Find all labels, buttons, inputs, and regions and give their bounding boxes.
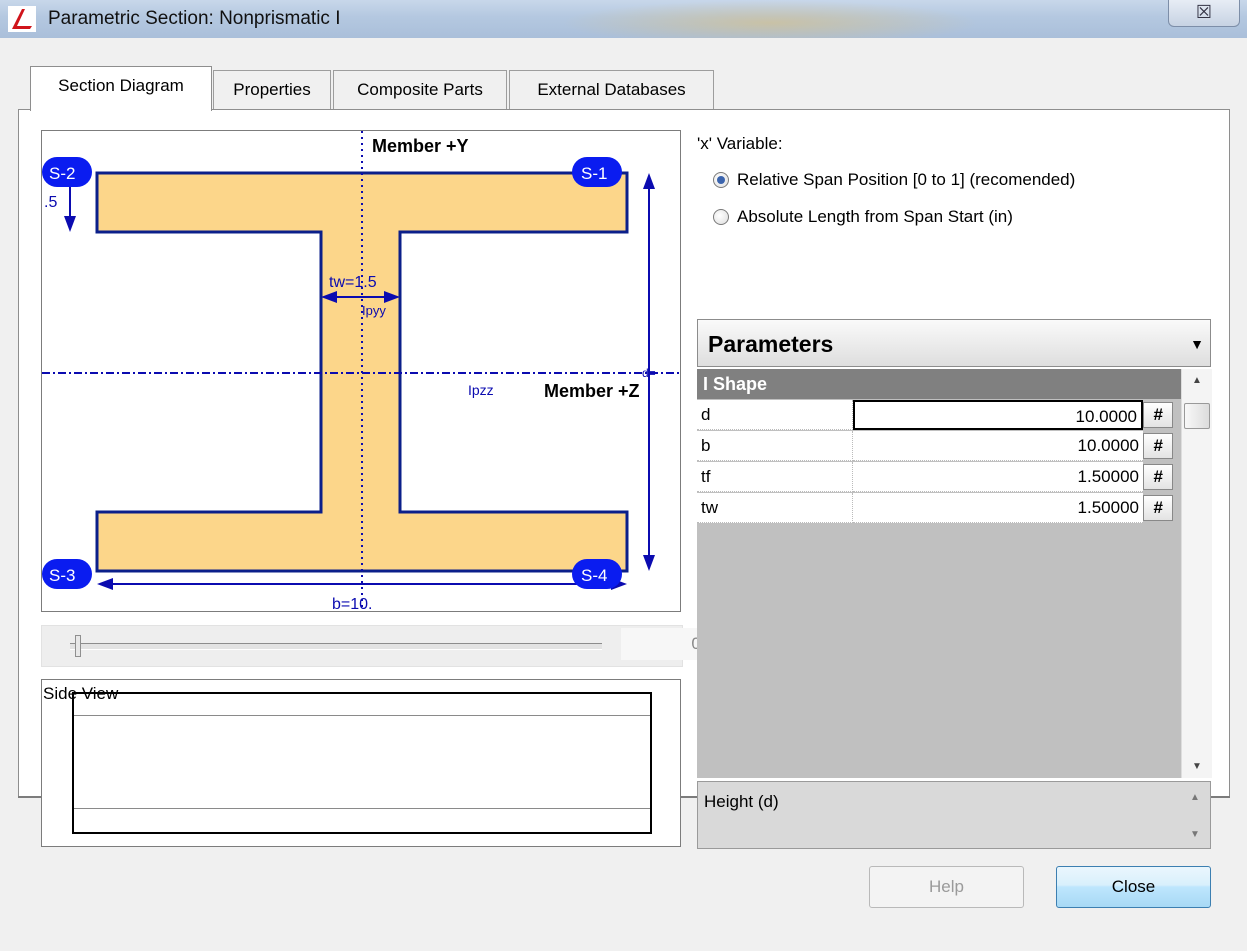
hash-button[interactable]: #: [1143, 464, 1173, 490]
b-arrow-left: [97, 578, 113, 590]
scroll-down-icon[interactable]: ▼: [1180, 829, 1210, 840]
scroll-down-icon[interactable]: ▼: [1182, 761, 1212, 772]
stress-point-s2[interactable]: S-2: [42, 157, 92, 187]
hash-button[interactable]: #: [1143, 402, 1173, 428]
side-view-outline: [72, 692, 652, 834]
window-title: Parametric Section: Nonprismatic I: [48, 8, 341, 29]
param-value-input[interactable]: 10.0000: [853, 400, 1143, 430]
tab-label: Composite Parts: [357, 80, 483, 99]
scroll-up-icon[interactable]: ▲: [1180, 792, 1210, 803]
tab-composite-parts[interactable]: Composite Parts: [333, 70, 507, 109]
chevron-down-icon: ▼: [1190, 336, 1204, 352]
radio-absolute-length-label: Absolute Length from Span Start (in): [737, 207, 1013, 226]
hash-button[interactable]: #: [1143, 433, 1173, 459]
title-bar-glow: [560, 0, 980, 38]
parameter-description: Height (d) ▲ ▼: [697, 781, 1211, 849]
param-value-input[interactable]: 1.50000: [853, 462, 1143, 492]
side-view-bottom-flange-line: [74, 808, 650, 809]
param-value-input[interactable]: 10.0000: [853, 431, 1143, 461]
tab-section-diagram[interactable]: Section Diagram: [30, 66, 212, 111]
tf-dimension-label: .5: [44, 194, 57, 211]
radio-relative-span[interactable]: Relative Span Position [0 to 1] (recomen…: [713, 167, 1075, 193]
hash-button[interactable]: #: [1143, 495, 1173, 521]
side-view-top-flange-line: [74, 715, 650, 716]
side-view-panel: Side View: [41, 679, 681, 847]
close-window-button[interactable]: ☒: [1168, 0, 1240, 27]
param-value-input[interactable]: 1.50000: [853, 493, 1143, 523]
param-row-b[interactable]: b 10.0000 #: [697, 431, 1181, 462]
scrollbar-thumb[interactable]: [1184, 403, 1210, 429]
param-row-tf[interactable]: tf 1.50000 #: [697, 462, 1181, 493]
tw-dimension-label: tw=1.5: [329, 274, 377, 291]
s3-label: S-3: [49, 566, 75, 585]
radio-relative-span-label: Relative Span Position [0 to 1] (recomen…: [737, 170, 1076, 189]
scroll-up-icon[interactable]: ▲: [1182, 375, 1212, 386]
member-z-label: Member +Z: [544, 381, 640, 401]
param-name: tf: [697, 462, 853, 492]
parameters-scrollbar[interactable]: ▲ ▼: [1181, 369, 1212, 778]
x-variable-label: 'x' Variable:: [697, 134, 783, 153]
section-diagram[interactable]: d= b=10. .5 tw=1.5 Ipyy Ipzz Member +Y M…: [41, 130, 681, 613]
stress-point-s1[interactable]: S-1: [572, 157, 622, 187]
span-position-slider-row: 0.0: [41, 625, 721, 667]
tab-external-databases[interactable]: External Databases: [509, 70, 714, 109]
side-view-label: Side View: [43, 684, 119, 703]
param-name: b: [697, 431, 853, 461]
ipzz-label: Ipzz: [468, 382, 494, 398]
tab-label: External Databases: [537, 80, 686, 99]
i-section-drawing: d= b=10. .5 tw=1.5 Ipyy Ipzz Member +Y M…: [42, 131, 680, 613]
d-dimension-label: d=: [642, 366, 656, 380]
span-slider-thumb[interactable]: [75, 635, 81, 657]
tab-label: Section Diagram: [58, 76, 184, 95]
radio-absolute-length[interactable]: Absolute Length from Span Start (in): [713, 204, 1013, 230]
span-slider-track[interactable]: [70, 643, 602, 650]
stress-point-s4[interactable]: S-4: [572, 559, 622, 589]
parameters-grid: I Shape d 10.0000 # b 10.0000 # tf 1.500…: [697, 369, 1181, 778]
tf-arrow: [64, 216, 76, 232]
tab-properties[interactable]: Properties: [213, 70, 331, 109]
title-bar: Parametric Section: Nonprismatic I ☒: [0, 0, 1247, 39]
description-text: Height (d): [704, 792, 779, 811]
d-arrow-top: [643, 173, 655, 189]
param-name: tw: [697, 493, 853, 523]
param-row-tw[interactable]: tw 1.50000 #: [697, 493, 1181, 524]
s1-label: S-1: [581, 164, 607, 183]
grid-group-header: I Shape: [697, 369, 1181, 399]
param-row-d[interactable]: d 10.0000 #: [697, 400, 1181, 431]
s4-label: S-4: [581, 566, 607, 585]
ipyy-label: Ipyy: [362, 303, 386, 318]
close-icon: ☒: [1195, 2, 1213, 22]
close-button[interactable]: Close: [1056, 866, 1211, 908]
b-dimension-label: b=10.: [332, 596, 372, 611]
parameters-dropdown[interactable]: Parameters ▼: [697, 319, 1211, 367]
description-scrollbar[interactable]: ▲ ▼: [1180, 782, 1210, 848]
d-arrow-bottom: [643, 555, 655, 571]
app-logo-icon: [8, 6, 36, 32]
help-button[interactable]: Help: [869, 866, 1024, 908]
parameters-header-label: Parameters: [708, 331, 834, 357]
tab-label: Properties: [233, 80, 311, 99]
s2-label: S-2: [49, 164, 75, 183]
member-y-label: Member +Y: [372, 136, 469, 156]
param-name: d: [697, 400, 853, 430]
radio-button-selected[interactable]: [713, 172, 729, 188]
radio-button[interactable]: [713, 209, 729, 225]
stress-point-s3[interactable]: S-3: [42, 559, 92, 589]
